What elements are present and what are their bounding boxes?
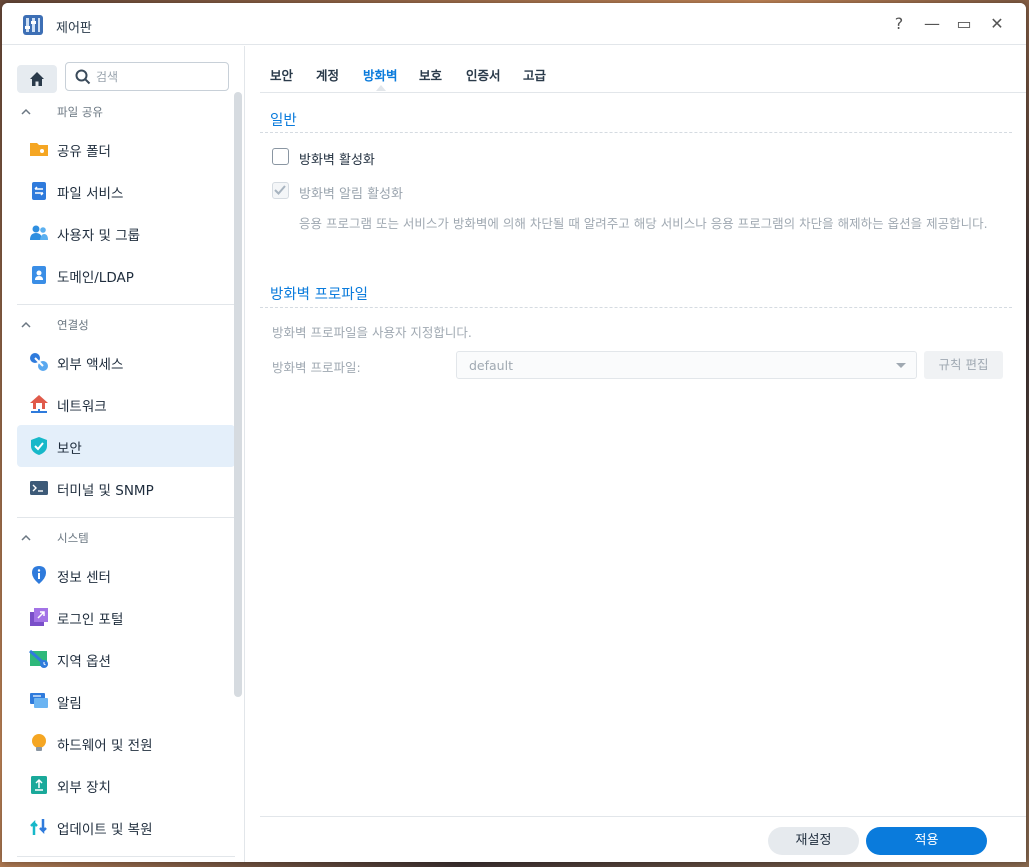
close-button[interactable]: ✕: [986, 14, 1008, 34]
sidebar-item-label: 파일 서비스: [57, 186, 124, 202]
tab-account[interactable]: 계정: [316, 65, 339, 84]
tab-security[interactable]: 보안: [270, 65, 293, 84]
sidebar-item-info-center[interactable]: 정보 센터: [17, 554, 235, 596]
enable-firewall-label: 방화벽 활성화: [299, 153, 375, 168]
sidebar-item-label: 외부 장치: [57, 780, 111, 796]
sidebar-item-label: 알림: [57, 696, 82, 712]
profile-label: 방화벽 프로파일:: [272, 360, 361, 375]
sidebar-item-label: 네트워크: [57, 399, 107, 415]
enable-notifications-label: 방화벽 알림 활성화: [299, 187, 403, 202]
sidebar-item-terminal-snmp[interactable]: 터미널 및 SNMP: [17, 467, 235, 509]
sidebar-item-security[interactable]: 보안: [17, 425, 235, 467]
enable-notifications-checkbox[interactable]: [272, 182, 289, 199]
user-group-icon: [30, 225, 48, 240]
sidebar-item-label: 정보 센터: [57, 570, 111, 586]
search-input[interactable]: [96, 68, 222, 86]
external-devices-icon: [31, 776, 47, 794]
info-center-icon: [32, 566, 46, 584]
section-divider: [17, 856, 235, 857]
notification-icon: [30, 693, 48, 708]
external-access-icon: [30, 353, 48, 371]
sidebar-scrollbar[interactable]: [234, 92, 242, 697]
sidebar-item-hardware-power[interactable]: 하드웨어 및 전원: [17, 722, 235, 764]
sidebar-item-label: 공유 폴더: [57, 144, 111, 160]
section-divider: [260, 132, 1012, 133]
tab-certificate[interactable]: 인증서: [466, 65, 501, 84]
sidebar-item-external-devices[interactable]: 외부 장치: [17, 764, 235, 806]
profile-select-value: default: [469, 358, 513, 373]
home-button[interactable]: [17, 65, 57, 93]
caret-down-icon: [896, 363, 906, 368]
sidebar-nav: 파일 공유 공유 폴더 파일 서비스 사용자 및 그룹 도메인/LDAP 연결성…: [17, 96, 235, 861]
sidebar-item-network[interactable]: 네트워크: [17, 383, 235, 425]
notification-description: 응용 프로그램 또는 서비스가 방화벽에 의해 차단될 때 알려주고 해당 서비…: [299, 216, 988, 231]
section-divider: [260, 307, 1012, 308]
sidebar-item-file-services[interactable]: 파일 서비스: [17, 170, 235, 212]
update-restore-icon: [30, 819, 47, 835]
profile-description: 방화벽 프로파일을 사용자 지정합니다.: [272, 325, 472, 340]
security-shield-icon: [31, 437, 47, 455]
search-icon: [75, 69, 91, 85]
hardware-power-icon: [32, 734, 46, 751]
section-header-system[interactable]: 시스템: [17, 522, 235, 554]
section-header-file-sharing[interactable]: 파일 공유: [17, 96, 235, 128]
control-panel-app-icon: [23, 15, 43, 35]
sidebar-item-label: 로그인 포털: [57, 612, 124, 628]
reset-button[interactable]: 재설정: [768, 827, 859, 855]
sidebar-item-shared-folder[interactable]: 공유 폴더: [17, 128, 235, 170]
window-title: 제어판: [56, 21, 92, 36]
file-services-icon: [32, 182, 46, 200]
sidebar-item-notification[interactable]: 알림: [17, 680, 235, 722]
sidebar-item-external-access[interactable]: 외부 액세스: [17, 341, 235, 383]
sidebar-item-label: 도메인/LDAP: [57, 270, 134, 286]
sidebar-item-label: 업데이트 및 복원: [57, 822, 153, 838]
tab-advanced[interactable]: 고급: [523, 65, 546, 84]
domain-ldap-icon: [32, 266, 46, 284]
regional-options-icon: [29, 649, 48, 668]
home-icon: [30, 72, 44, 86]
shared-folder-icon: [30, 143, 48, 156]
help-button[interactable]: ?: [888, 14, 910, 34]
minimize-button[interactable]: —: [921, 14, 943, 34]
sidebar-item-label: 하드웨어 및 전원: [57, 738, 153, 754]
sidebar-item-user-group[interactable]: 사용자 및 그룹: [17, 212, 235, 254]
sidebar-item-label: 외부 액세스: [57, 357, 124, 373]
titlebar: 제어판 ? — ▭ ✕: [2, 3, 1026, 45]
section-header-connectivity[interactable]: 연결성: [17, 309, 235, 341]
maximize-button[interactable]: ▭: [953, 14, 975, 34]
tab-firewall[interactable]: 방화벽: [363, 65, 398, 84]
main-panel: 보안 계정 방화벽 보호 인증서 고급 일반 방화벽 활성화 방화벽 알림 활성…: [246, 46, 1026, 862]
sidebar-item-label: 지역 옵션: [57, 654, 111, 670]
edit-rules-button[interactable]: 규칙 편집: [924, 351, 1003, 379]
sidebar-item-regional-options[interactable]: 지역 옵션: [17, 638, 235, 680]
search-box[interactable]: [65, 62, 229, 91]
tab-bar: 보안 계정 방화벽 보호 인증서 고급: [260, 46, 1026, 93]
enable-firewall-checkbox[interactable]: [272, 148, 289, 165]
sidebar: 파일 공유 공유 폴더 파일 서비스: [2, 46, 245, 862]
chevron-up-icon: [21, 108, 31, 115]
network-icon: [30, 395, 48, 413]
section-divider: [17, 517, 235, 518]
terminal-icon: [30, 481, 48, 495]
chevron-up-icon: [21, 321, 31, 328]
chevron-up-icon: [21, 534, 31, 541]
general-section-title: 일반: [270, 113, 297, 129]
apply-button[interactable]: 적용: [866, 827, 987, 855]
firewall-profile-select[interactable]: default: [456, 351, 917, 379]
tab-protection[interactable]: 보호: [419, 65, 442, 84]
sidebar-item-label: 터미널 및 SNMP: [57, 483, 154, 499]
active-tab-indicator: [376, 85, 386, 91]
section-divider: [17, 304, 235, 305]
check-icon: [274, 185, 286, 195]
sidebar-item-label: 사용자 및 그룹: [57, 228, 141, 244]
profile-section-title: 방화벽 프로파일: [270, 287, 368, 303]
footer-divider: [260, 816, 1026, 817]
sidebar-item-label: 보안: [57, 441, 82, 457]
sidebar-item-login-portal[interactable]: 로그인 포털: [17, 596, 235, 638]
sidebar-item-domain-ldap[interactable]: 도메인/LDAP: [17, 254, 235, 296]
login-portal-icon: [30, 608, 48, 626]
sidebar-item-update-restore[interactable]: 업데이트 및 복원: [17, 806, 235, 848]
control-panel-window: 제어판 ? — ▭ ✕ 파일 공유: [2, 3, 1026, 862]
